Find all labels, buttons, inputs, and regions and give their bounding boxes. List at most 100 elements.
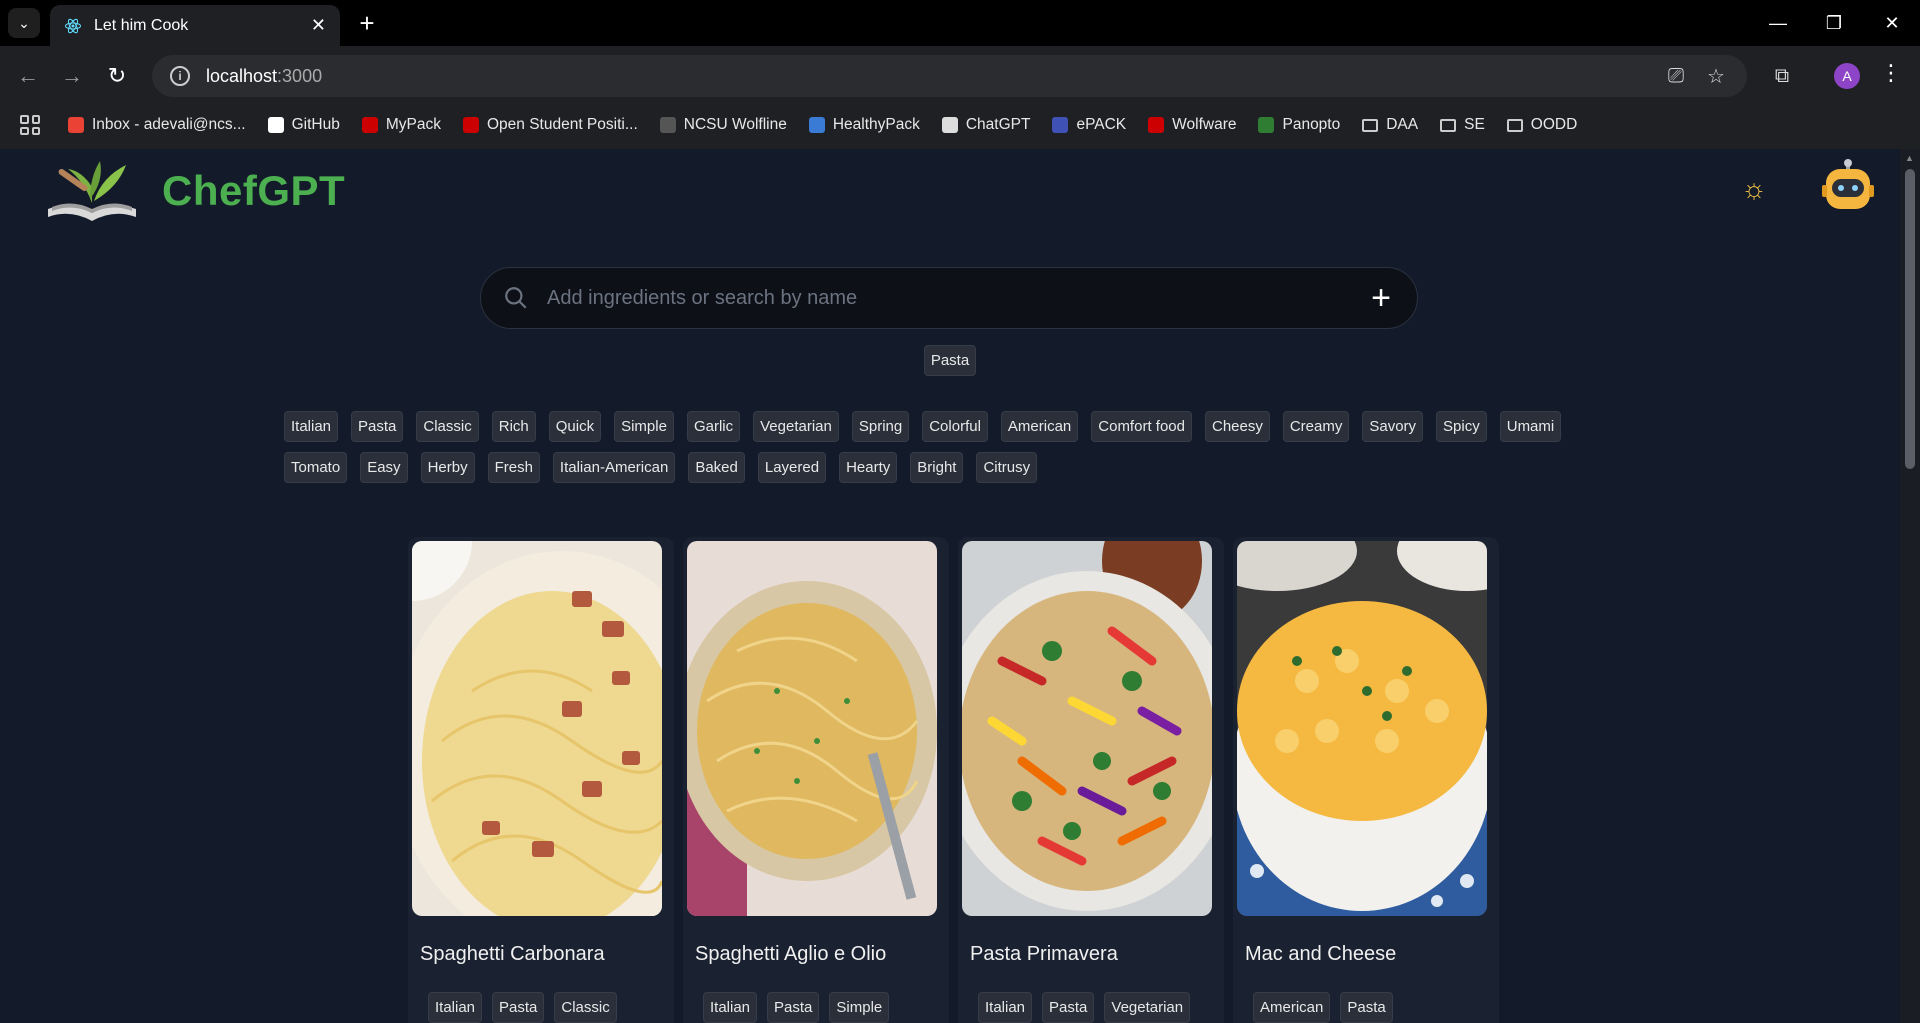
tag-filter-chip[interactable]: Citrusy bbox=[976, 452, 1038, 483]
browser-tab[interactable]: Let him Cook ✕ bbox=[50, 5, 340, 46]
install-app-icon[interactable]: ⎚ bbox=[1660, 60, 1692, 92]
bookmark-item[interactable]: HealthyPack bbox=[808, 116, 920, 134]
recipe-card[interactable]: Spaghetti Aglio e Olio Italian Pasta Sim… bbox=[677, 537, 949, 1023]
recipe-tag: Classic bbox=[554, 992, 617, 1023]
bookmark-item[interactable]: Wolfware bbox=[1148, 116, 1236, 134]
recipe-tag: Vegetarian bbox=[1104, 992, 1191, 1023]
tag-filter-chip[interactable]: Simple bbox=[614, 411, 674, 442]
add-ingredient-button[interactable]: + bbox=[1371, 281, 1391, 315]
bookmark-label: MyPack bbox=[385, 116, 441, 133]
tag-filter-chip[interactable]: Umami bbox=[1499, 411, 1562, 442]
recipe-card[interactable]: Spaghetti Carbonara Italian Pasta Classi… bbox=[352, 481, 732, 1023]
bookmark-item[interactable]: SE bbox=[1440, 116, 1485, 134]
tag-filter-chip[interactable]: Rich bbox=[491, 411, 536, 442]
extensions-icon[interactable]: ⧉ bbox=[1766, 60, 1798, 92]
sun-icon[interactable]: ☼ bbox=[1738, 173, 1770, 205]
chefgpt-logo bbox=[48, 161, 136, 221]
bookmark-item[interactable]: Open Student Positi... bbox=[462, 116, 638, 134]
wolfware-icon bbox=[1148, 117, 1165, 133]
page-scrollbar[interactable]: ▲ bbox=[1900, 149, 1920, 1023]
close-window-button[interactable]: ✕ bbox=[1864, 0, 1920, 46]
tag-filter-chip[interactable]: Pasta bbox=[351, 411, 404, 442]
tag-filter-chip[interactable]: Herby bbox=[420, 452, 475, 483]
selected-ingredient-chip[interactable]: Pasta bbox=[923, 345, 977, 376]
scroll-up-icon[interactable]: ▲ bbox=[1905, 153, 1914, 163]
recipe-image bbox=[352, 481, 732, 951]
recipe-name: Spaghetti Aglio e Olio bbox=[695, 943, 887, 965]
browser-menu-icon[interactable]: ⋮ bbox=[1880, 60, 1902, 86]
tag-filter-chip[interactable]: Colorful bbox=[922, 411, 988, 442]
restore-button[interactable]: ❐ bbox=[1806, 0, 1862, 46]
tag-filter-chip[interactable]: Fresh bbox=[487, 452, 540, 483]
ingredient-search-bar[interactable]: + bbox=[480, 267, 1418, 329]
tab-close-icon[interactable]: ✕ bbox=[311, 15, 326, 36]
bookmark-item[interactable]: NCSU Wolfline bbox=[659, 116, 787, 134]
recipe-tag: American bbox=[1253, 992, 1331, 1023]
recipe-tag: Pasta bbox=[1340, 992, 1393, 1023]
recipe-image bbox=[677, 541, 937, 916]
tag-filter-chip[interactable]: Tomato bbox=[284, 452, 348, 483]
url-host: localhost bbox=[206, 65, 278, 86]
recipe-card[interactable]: Pasta Primavera Italian Pasta Vegetarian bbox=[937, 501, 1237, 1023]
reload-button[interactable]: ↻ bbox=[101, 60, 133, 92]
tag-filter-chip[interactable]: Classic bbox=[416, 411, 479, 442]
tag-filter-chip[interactable]: Spicy bbox=[1436, 411, 1487, 442]
tag-filter-chip[interactable]: Quick bbox=[548, 411, 602, 442]
tag-filter-chip[interactable]: Vegetarian bbox=[753, 411, 839, 442]
app-page: ChefGPT ☼ + Pasta Italian Pasta Classic Ric… bbox=[0, 149, 1900, 1023]
tag-filter-chip[interactable]: Bright bbox=[910, 452, 964, 483]
folder-icon bbox=[1362, 118, 1379, 132]
address-bar[interactable]: i localhost:3000 bbox=[152, 55, 1747, 97]
chatbot-icon[interactable] bbox=[1822, 159, 1874, 215]
tag-filter-chip[interactable]: Savory bbox=[1362, 411, 1424, 442]
bookmark-label: ChatGPT bbox=[965, 116, 1031, 133]
recipe-tags: Italian Pasta Vegetarian bbox=[978, 992, 1220, 1023]
tag-filter-chip[interactable]: Hearty bbox=[839, 452, 898, 483]
tag-filter-chip[interactable]: Easy bbox=[360, 452, 408, 483]
tag-filter-chip[interactable]: Italian bbox=[284, 411, 339, 442]
bookmarks-bar: Inbox - adevali@ncs... GitHub MyPack Open S… bbox=[0, 110, 1920, 140]
recipe-name: Mac and Cheese bbox=[1245, 943, 1397, 965]
forward-button[interactable]: → bbox=[56, 60, 88, 92]
scrollbar-thumb[interactable] bbox=[1905, 169, 1915, 469]
bookmark-item[interactable]: Panopto bbox=[1258, 116, 1340, 134]
bookmark-item[interactable]: ePACK bbox=[1052, 116, 1126, 134]
tag-filter-chip[interactable]: Spring bbox=[851, 411, 910, 442]
recipe-card[interactable]: Mac and Cheese American Pasta bbox=[1197, 511, 1537, 1023]
tag-filter-chip[interactable]: Layered bbox=[757, 452, 827, 483]
bookmark-label: Wolfware bbox=[1172, 116, 1237, 133]
new-tab-button[interactable]: + bbox=[352, 8, 382, 38]
bookmark-label: GitHub bbox=[291, 116, 340, 133]
recipe-tag: Pasta bbox=[767, 992, 820, 1023]
browser-tab-bar: ⌄ Let him Cook ✕ + — ❐ ✕ bbox=[0, 0, 1920, 46]
tag-filter-chip[interactable]: American bbox=[1000, 411, 1079, 442]
bookmark-item[interactable]: Inbox - adevali@ncs... bbox=[68, 116, 246, 134]
tag-filter-chip[interactable]: Italian-American bbox=[552, 452, 676, 483]
bookmark-star-icon[interactable]: ☆ bbox=[1700, 60, 1732, 92]
tag-filter-chip[interactable]: Comfort food bbox=[1091, 411, 1192, 442]
search-input[interactable] bbox=[547, 286, 1327, 310]
bookmark-label: DAA bbox=[1386, 116, 1419, 133]
tag-filter-chip[interactable]: Creamy bbox=[1282, 411, 1350, 442]
minimize-button[interactable]: — bbox=[1750, 0, 1806, 46]
recipe-tag: Italian bbox=[703, 992, 758, 1023]
apps-grid-icon[interactable] bbox=[20, 115, 40, 135]
epack-icon bbox=[1052, 117, 1069, 133]
back-button[interactable]: ← bbox=[12, 60, 44, 92]
bookmark-item[interactable]: MyPack bbox=[361, 116, 441, 134]
bookmark-item[interactable]: ChatGPT bbox=[941, 116, 1031, 134]
tag-filter-chip[interactable]: Baked bbox=[688, 452, 745, 483]
recipe-tag: Pasta bbox=[1042, 992, 1095, 1023]
site-info-icon[interactable]: i bbox=[170, 66, 190, 86]
tag-filter-chip[interactable]: Garlic bbox=[686, 411, 741, 442]
bookmark-item[interactable]: DAA bbox=[1362, 116, 1418, 134]
tab-search-button[interactable]: ⌄ bbox=[8, 8, 40, 38]
bookmark-item[interactable]: GitHub bbox=[267, 116, 340, 134]
recipe-name: Spaghetti Carbonara bbox=[420, 943, 605, 965]
profile-avatar[interactable]: A bbox=[1834, 63, 1860, 89]
url-port: :3000 bbox=[277, 65, 323, 86]
selected-ingredients: Pasta bbox=[0, 345, 1900, 385]
folder-icon bbox=[1440, 118, 1457, 132]
bookmark-item[interactable]: OODD bbox=[1506, 116, 1577, 134]
tag-filter-chip[interactable]: Cheesy bbox=[1204, 411, 1270, 442]
